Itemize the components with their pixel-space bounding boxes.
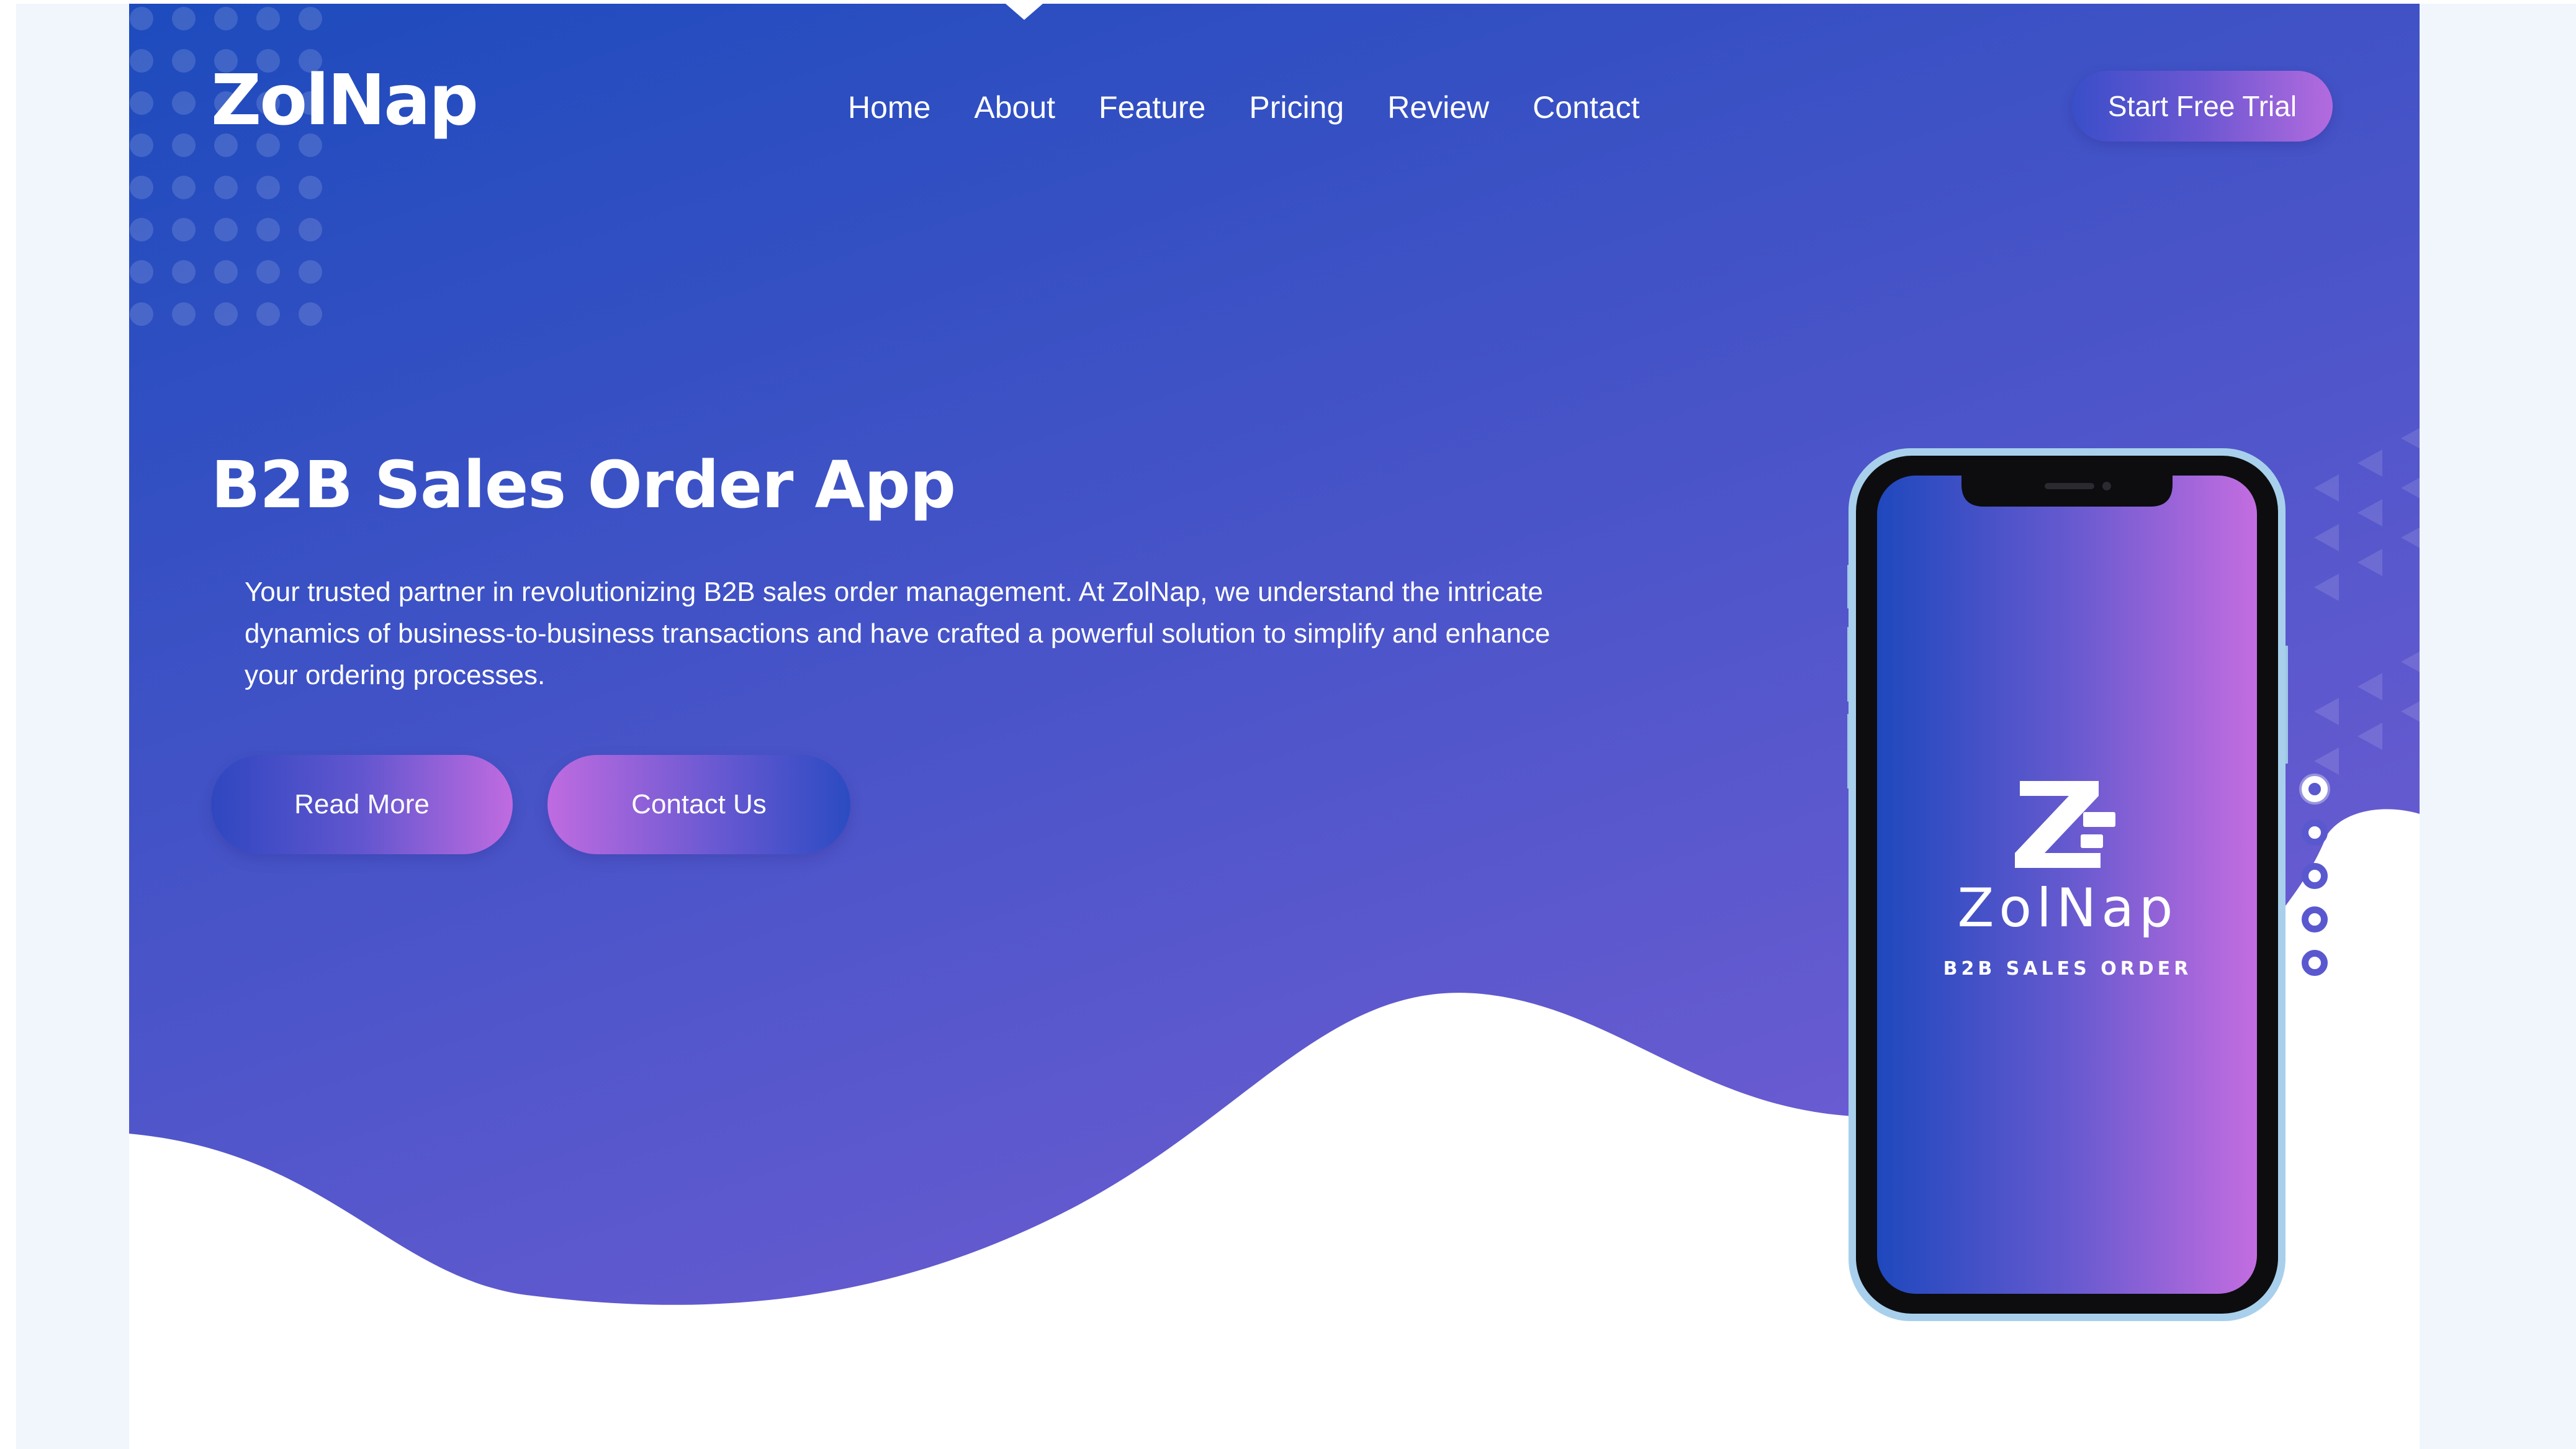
nav-feature[interactable]: Feature: [1099, 86, 1205, 129]
hero-title: B2B Sales Order App: [211, 447, 956, 523]
nav-home[interactable]: Home: [848, 86, 930, 129]
main-nav: Home About Feature Pricing Review Contac…: [848, 86, 1683, 129]
slider-dot-icon[interactable]: [2302, 819, 2328, 846]
slider-dot-icon[interactable]: [2302, 776, 2328, 802]
landing-page: ZolNap Home About Feature Pricing Review…: [129, 4, 2420, 1449]
start-free-trial-button[interactable]: Start Free Trial: [2072, 71, 2333, 142]
slider-dots: [2302, 776, 2333, 993]
contact-us-button[interactable]: Contact Us: [547, 755, 850, 854]
slider-dot-icon[interactable]: [2302, 863, 2328, 889]
read-more-button[interactable]: Read More: [211, 755, 513, 854]
nav-pricing[interactable]: Pricing: [1249, 86, 1344, 129]
phone-app-name: ZolNap: [1957, 877, 2178, 939]
slider-dot-icon[interactable]: [2302, 950, 2328, 976]
brand-logo[interactable]: ZolNap: [211, 66, 479, 135]
nav-about[interactable]: About: [974, 86, 1055, 129]
slider-dot-icon[interactable]: [2302, 906, 2328, 932]
hero-description: Your trusted partner in revolutionizing …: [245, 577, 1551, 690]
phone-app-subtitle: B2B SALES ORDER: [1943, 958, 2192, 980]
nav-review[interactable]: Review: [1387, 86, 1489, 129]
phone-mockup: ZolNap B2B SALES ORDER: [1845, 447, 2289, 1324]
nav-contact[interactable]: Contact: [1533, 86, 1639, 129]
active-nav-caret: [1006, 4, 1043, 20]
